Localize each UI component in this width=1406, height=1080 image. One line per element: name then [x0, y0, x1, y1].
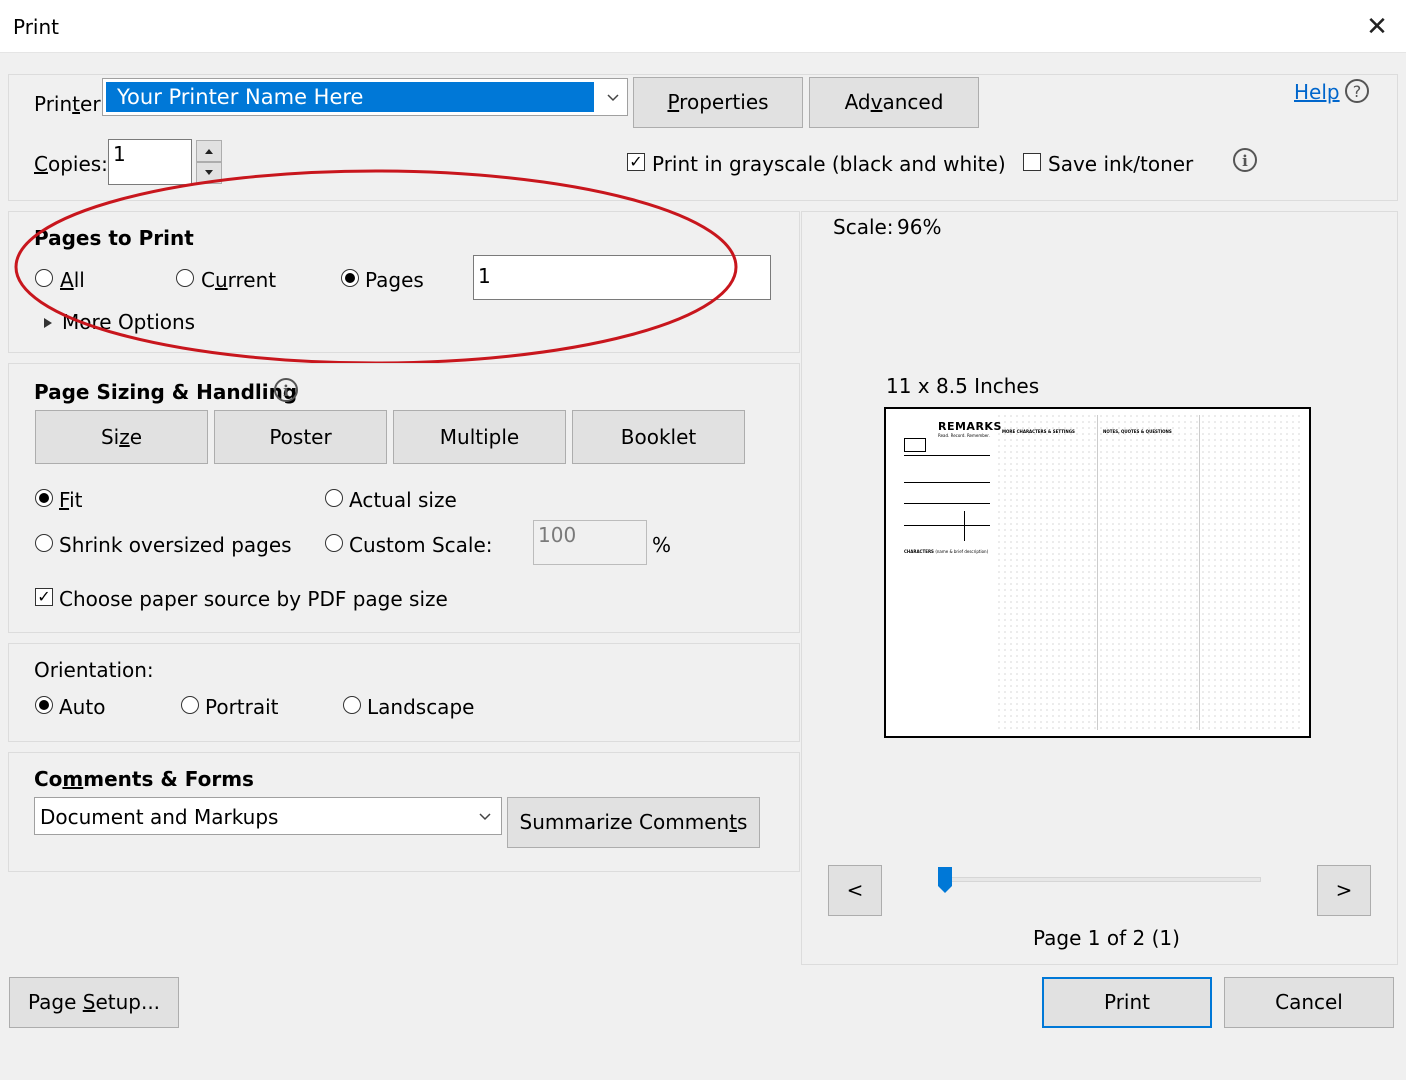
radio-pages[interactable]: [341, 269, 359, 287]
page-preview: REMARKS Read. Record. Remember. CHARACTE…: [884, 407, 1311, 738]
chevron-down-icon[interactable]: [601, 83, 625, 111]
summarize-comments-button[interactable]: Summarize Comments: [507, 797, 760, 848]
radio-landscape[interactable]: [343, 696, 361, 714]
close-icon[interactable]: ✕: [1362, 12, 1392, 42]
grayscale-label: Print in grayscale (black and white): [652, 152, 1006, 176]
radio-all-label: All: [60, 268, 85, 292]
preview-characters-label: CHARACTERS (name & brief description): [904, 549, 989, 554]
tab-poster[interactable]: Poster: [214, 410, 387, 464]
title-bar: [0, 0, 1406, 53]
preview-col3-heading: NOTES, QUOTES & QUESTIONS: [1103, 429, 1172, 434]
svg-text:?: ?: [1353, 82, 1362, 101]
info-icon[interactable]: i: [273, 377, 299, 408]
prev-page-button[interactable]: <: [828, 865, 882, 916]
preview-doc-tagline: Read. Record. Remember.: [938, 433, 990, 438]
pages-to-print-heading: Pages to Print: [34, 226, 194, 250]
orientation-heading: Orientation:: [34, 658, 154, 682]
cancel-button[interactable]: Cancel: [1224, 977, 1394, 1028]
radio-all[interactable]: [35, 269, 53, 287]
page-setup-button[interactable]: Page Setup...: [9, 977, 179, 1028]
svg-text:i: i: [283, 382, 289, 400]
page-sizing-heading: Page Sizing & Handling: [34, 380, 298, 404]
radio-shrink-label: Shrink oversized pages: [59, 533, 292, 557]
paper-size-label: 11 x 8.5 Inches: [886, 374, 1040, 398]
chevron-down-icon[interactable]: [473, 802, 497, 830]
help-link[interactable]: Help: [1294, 80, 1340, 104]
radio-pages-label: Pages: [365, 268, 424, 292]
page-slider-track[interactable]: [944, 877, 1261, 882]
help-icon[interactable]: ?: [1344, 78, 1370, 109]
radio-actual-size[interactable]: [325, 489, 343, 507]
radio-custom-scale-label: Custom Scale:: [349, 533, 493, 557]
radio-shrink[interactable]: [35, 534, 53, 552]
print-button[interactable]: Print: [1042, 977, 1212, 1028]
custom-scale-input[interactable]: 100: [533, 520, 647, 565]
comments-forms-value: Document and Markups: [40, 805, 279, 829]
pages-range-input[interactable]: 1: [473, 255, 771, 300]
preview-page-content: REMARKS Read. Record. Remember. CHARACTE…: [892, 415, 1303, 730]
tab-multiple[interactable]: Multiple: [393, 410, 566, 464]
scale-label: Scale:: [833, 215, 894, 239]
radio-portrait[interactable]: [181, 696, 199, 714]
comments-forms-select[interactable]: Document and Markups: [34, 797, 502, 835]
radio-auto[interactable]: [35, 696, 53, 714]
advanced-button[interactable]: Advanced: [809, 77, 979, 128]
preview-col2-heading: MORE CHARACTERS & SETTINGS: [1002, 429, 1075, 434]
tab-size[interactable]: Size: [35, 410, 208, 464]
radio-fit[interactable]: [35, 489, 53, 507]
copies-label: Copies:: [34, 152, 108, 176]
printer-select[interactable]: Your Printer Name Here: [102, 78, 628, 116]
scale-value: 96%: [897, 215, 942, 239]
radio-auto-label: Auto: [59, 695, 106, 719]
copies-up-button[interactable]: [196, 140, 222, 162]
radio-current[interactable]: [176, 269, 194, 287]
paper-source-label: Choose paper source by PDF page size: [59, 587, 448, 611]
svg-text:i: i: [1242, 152, 1248, 170]
window-title: Print: [13, 15, 60, 39]
preview-doc-title: REMARKS: [938, 420, 1002, 433]
printer-select-value: Your Printer Name Here: [106, 82, 594, 112]
next-page-button[interactable]: >: [1317, 865, 1371, 916]
properties-button[interactable]: Properties: [633, 77, 803, 128]
paper-source-checkbox[interactable]: ✓: [35, 588, 53, 606]
page-slider-thumb[interactable]: [937, 866, 953, 899]
radio-current-label: Current: [201, 268, 277, 292]
copies-down-button[interactable]: [196, 162, 222, 184]
save-ink-label: Save ink/toner: [1048, 152, 1194, 176]
radio-portrait-label: Portrait: [205, 695, 279, 719]
printer-label: Printer:: [34, 92, 107, 116]
comments-forms-heading: Comments & Forms: [34, 767, 254, 791]
radio-fit-label: Fit: [59, 488, 83, 512]
page-status: Page 1 of 2 (1): [1033, 926, 1180, 950]
tab-booklet[interactable]: Booklet: [572, 410, 745, 464]
radio-actual-size-label: Actual size: [349, 488, 457, 512]
grayscale-checkbox[interactable]: ✓: [627, 153, 645, 171]
info-icon[interactable]: i: [1232, 147, 1258, 178]
expand-triangle-icon[interactable]: [42, 312, 56, 336]
percent-label: %: [652, 533, 672, 557]
logo-icon: [904, 438, 926, 452]
save-ink-checkbox[interactable]: [1023, 153, 1041, 171]
more-options-link[interactable]: More Options: [62, 310, 195, 334]
copies-input[interactable]: 1: [108, 139, 192, 185]
radio-custom-scale[interactable]: [325, 534, 343, 552]
radio-landscape-label: Landscape: [367, 695, 475, 719]
